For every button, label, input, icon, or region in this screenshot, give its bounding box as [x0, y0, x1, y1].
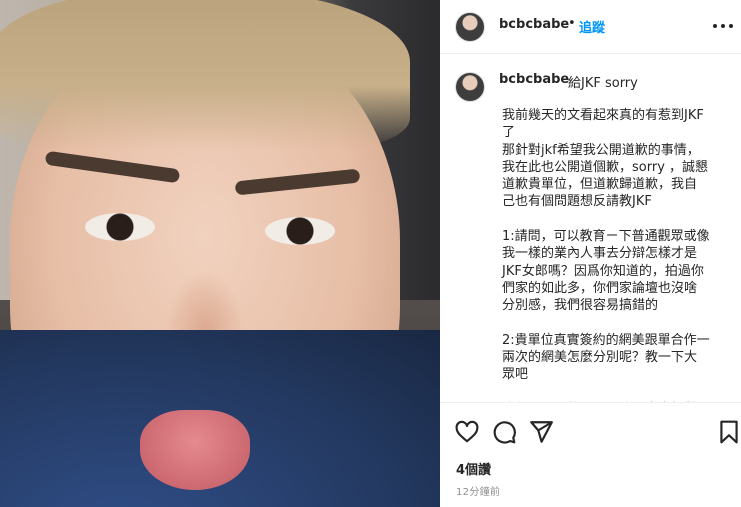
caption-username[interactable]: bcbcbabe	[499, 72, 569, 87]
avatar[interactable]	[455, 12, 485, 42]
bookmark-icon[interactable]	[716, 419, 741, 445]
caption-area: bcbcbabe 給JKF sorry 我前幾天的文看起來真的有惹到JKF 了那針…	[440, 54, 741, 402]
caption-line: 我一樣的業內人事去分辯怎樣才是	[502, 246, 698, 262]
caption-line	[502, 315, 734, 332]
tongue	[140, 410, 250, 490]
caption-line: 那針對jkf希望我公開道歉的事情，	[502, 142, 700, 158]
caption-line: 1:請問，可以教育ㄧ下普通觀眾或像	[502, 229, 710, 245]
caption-line: 2:貴單位真實簽約的網美跟單合作一	[502, 332, 710, 348]
separator-dot: •	[568, 16, 576, 31]
right-eye	[265, 217, 335, 245]
caption-line: 我前幾天的文看起來真的有惹到JKF	[502, 108, 704, 123]
timestamp: 12分鐘前	[456, 487, 501, 498]
like-count[interactable]: 4個讚	[456, 459, 491, 478]
username-link[interactable]: bcbcbabe	[499, 17, 569, 32]
caption-line	[502, 384, 734, 401]
caption-line	[502, 211, 734, 228]
caption-line: 們家的如此多，你們家論壇也沒啥	[502, 280, 698, 296]
follow-button[interactable]: 追蹤	[579, 17, 605, 36]
action-bar: 4個讚 12分鐘前	[440, 402, 741, 507]
caption-line: 了	[502, 125, 516, 141]
post-header: bcbcbabe • 追蹤	[440, 0, 741, 54]
left-eye	[85, 213, 155, 241]
hair	[0, 0, 410, 150]
caption-avatar[interactable]	[455, 72, 485, 102]
caption-line: 道歉貴單位，但道歉歸道歉，我自	[502, 177, 698, 193]
post-photo	[0, 0, 440, 507]
caption-line: 眾吧	[502, 367, 529, 383]
comment-icon[interactable]	[491, 419, 517, 445]
heart-icon[interactable]	[454, 419, 480, 445]
caption-text: 我前幾天的文看起來真的有惹到JKF 了那針對jkf希望我公開道歉的事情， 我在此也公…	[502, 107, 734, 402]
caption-headline: 給JKF sorry	[568, 76, 638, 91]
more-icon[interactable]	[713, 24, 733, 28]
share-icon[interactable]	[528, 419, 554, 445]
caption-line: JKF女郎嗎？因爲你知道的，拍過你	[502, 263, 704, 279]
caption-line: 己也有個問題想反請教JKF	[502, 194, 652, 210]
caption-line: 分別感，我們很容易搞錯的	[502, 298, 659, 314]
caption-line: 我在此也公開道個歉，sorry ，誠懇	[502, 159, 709, 175]
caption-line: 兩次的網美怎麼分別呢？教一下大	[502, 350, 698, 366]
